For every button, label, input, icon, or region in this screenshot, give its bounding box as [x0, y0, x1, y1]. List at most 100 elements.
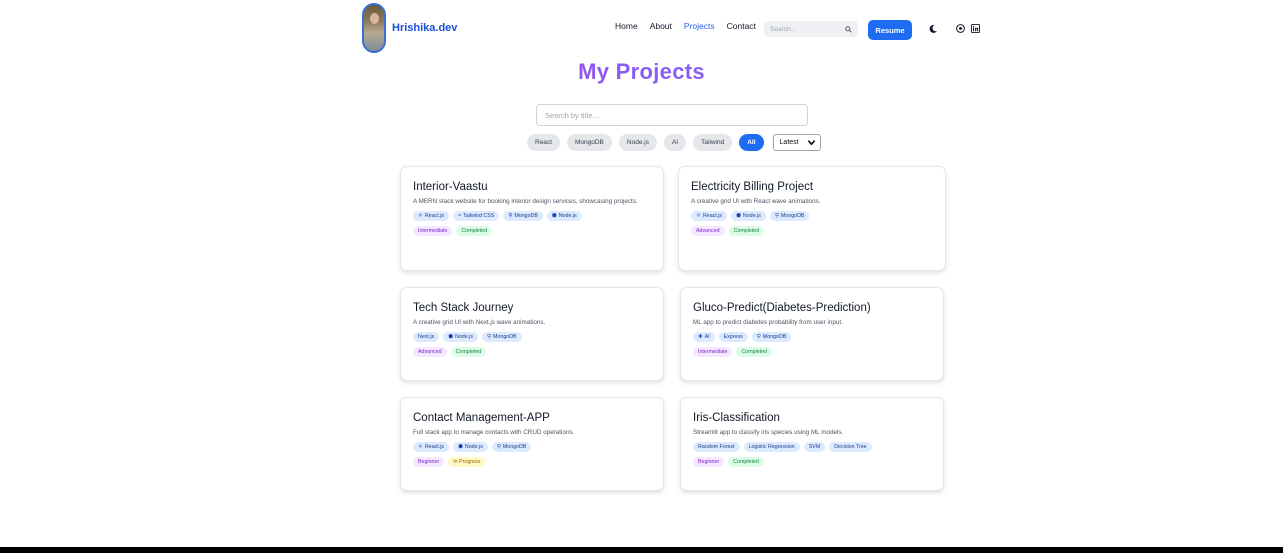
- tech-tag-label: MongoDB: [493, 334, 517, 341]
- filter-chip-mongodb[interactable]: MongoDB: [566, 134, 612, 151]
- search-icon: [845, 25, 852, 33]
- mongodb-icon: ⚲: [508, 213, 513, 220]
- project-description: Full stack app to manage contacts with C…: [413, 429, 575, 436]
- nav-link-contact[interactable]: Contact: [727, 21, 756, 31]
- nav-link-home[interactable]: Home: [615, 21, 638, 31]
- tech-tags: ✚ AI Express ⚲ MongoDB: [693, 332, 931, 343]
- level-badge: Beginner: [413, 457, 445, 468]
- project-card[interactable]: Contact Management-APP Full stack app to …: [400, 397, 664, 491]
- react-icon: ⚛: [418, 444, 423, 451]
- project-card[interactable]: Iris-Classification Streamlit app to clas…: [680, 397, 944, 491]
- project-meta: Intermediate Completed: [413, 226, 651, 237]
- tech-tag: ⬢ Node.js: [731, 211, 766, 222]
- project-card[interactable]: Tech Stack Journey A creative grid UI wit…: [400, 287, 664, 381]
- project-title: Iris-Classification: [693, 412, 780, 424]
- nav-search-input[interactable]: Search...: [764, 21, 858, 37]
- linkedin-icon[interactable]: [971, 24, 980, 33]
- moon-icon[interactable]: [928, 24, 938, 34]
- project-search-placeholder: Search by title...: [545, 110, 599, 120]
- status-badge: Completed: [736, 347, 773, 358]
- tech-tags: ⚛ React.js ≈ Tailwind CSS ⚲ MongoDB ⬢ Node.js: [413, 211, 651, 222]
- tech-tag-label: SVM: [808, 444, 821, 451]
- tech-tag-label: MongoDB: [514, 213, 538, 220]
- status-badge: Completed: [450, 347, 487, 358]
- level-badge: Intermediate: [413, 226, 453, 237]
- nodejs-icon: ⬢: [458, 444, 463, 451]
- project-title: Electricity Billing Project: [691, 181, 814, 193]
- level-badge: Beginner: [693, 457, 725, 468]
- project-card[interactable]: Electricity Billing Project A creative gr…: [678, 166, 946, 271]
- tech-tag: ≈ Tailwind CSS: [453, 211, 500, 222]
- filter-chip-react[interactable]: React: [527, 134, 560, 151]
- tech-tag: Logistic Regression: [743, 442, 800, 453]
- tech-tag-label: Logistic Regression: [748, 444, 795, 451]
- tech-tag: ⚲ MongoDB: [481, 332, 522, 343]
- tech-tag-label: React.js: [424, 444, 445, 451]
- project-meta: Beginner In Progress: [413, 457, 651, 468]
- react-icon: ⚛: [696, 213, 701, 220]
- filter-chip-ai[interactable]: AI: [663, 134, 687, 151]
- level-badge: Advanced: [413, 347, 447, 358]
- status-badge: Completed: [728, 226, 765, 237]
- project-description: A MERN stack website for booking interio…: [413, 198, 638, 205]
- nav-search-placeholder: Search...: [770, 25, 797, 33]
- nodejs-icon: ⬢: [551, 213, 557, 220]
- project-meta: Advanced Completed: [413, 347, 651, 358]
- sort-select[interactable]: Latest: [772, 134, 821, 151]
- project-card[interactable]: Gluco-Predict(Diabetes-Prediction) ML app…: [680, 287, 944, 381]
- project-title: Tech Stack Journey: [413, 302, 514, 314]
- tech-tag-label: Tailwind CSS: [463, 213, 495, 220]
- nav-link-about[interactable]: About: [650, 21, 672, 31]
- tech-tag: ⚛ React.js: [413, 211, 450, 222]
- tech-tag: ✚ AI: [693, 332, 715, 343]
- page-title: My Projects: [0, 59, 1283, 85]
- project-description: Streamlit app to classify iris species u…: [693, 429, 844, 436]
- mongodb-icon: ⚲: [756, 334, 761, 341]
- react-icon: ⚛: [418, 213, 423, 220]
- filter-bar: React MongoDB Node.js AI Tailwind All La…: [527, 134, 821, 151]
- tech-tag: Random Forest: [693, 442, 740, 453]
- navbar: Hrishika.dev Home About Projects Contact…: [362, 2, 982, 54]
- nav-link-projects[interactable]: Projects: [684, 21, 715, 31]
- bottom-bar: [0, 547, 1283, 553]
- project-card[interactable]: Interior-Vaastu A MERN stack website for …: [400, 166, 664, 271]
- project-meta: Advanced Completed: [691, 226, 933, 237]
- page: Hrishika.dev Home About Projects Contact…: [0, 0, 1283, 553]
- sort-select-value: Latest: [779, 139, 799, 146]
- project-meta: Beginner Completed: [693, 457, 931, 468]
- tech-tag: ⚲ MongoDB: [751, 332, 792, 343]
- resume-button[interactable]: Resume: [868, 20, 912, 40]
- tech-tag: Express: [718, 332, 748, 343]
- tech-tags: Next.js ⬢ Node.js ⚲ MongoDB: [413, 332, 651, 343]
- tech-tag: Decision Tree: [829, 442, 872, 453]
- tech-tag-label: MongoDB: [502, 444, 527, 451]
- github-icon[interactable]: [956, 24, 965, 33]
- tech-tag-label: Node.js: [464, 444, 483, 451]
- tech-tag: ⬢ Node.js: [546, 211, 582, 222]
- tech-tags: Random Forest Logistic Regression SVM Decis…: [693, 442, 931, 453]
- tech-tag: ⚲ MongoDB: [503, 211, 543, 222]
- tech-tag-label: Node.js: [742, 213, 761, 220]
- nav-links: Home About Projects Contact: [615, 21, 756, 31]
- tech-tag: ⚛ React.js: [691, 211, 728, 222]
- tech-tag-label: React.js: [702, 213, 723, 220]
- avatar[interactable]: [362, 3, 386, 53]
- filter-chip-tailwind[interactable]: Tailwind: [693, 134, 733, 151]
- chevron-down-icon: [807, 140, 815, 146]
- mongodb-icon: ⚲: [496, 444, 501, 451]
- brand-name[interactable]: Hrishika.dev: [392, 22, 457, 34]
- filter-chip-nodejs[interactable]: Node.js: [618, 134, 657, 151]
- tech-tag: SVM: [803, 442, 826, 453]
- tailwind-icon: ≈: [458, 213, 462, 220]
- ai-icon: ✚: [698, 334, 703, 341]
- project-description: A creative grid UI with Next.js wave ani…: [413, 319, 546, 326]
- project-description: ML app to predict diabetes probability f…: [693, 319, 843, 326]
- tech-tag-label: Node.js: [455, 334, 473, 341]
- mongodb-icon: ⚲: [486, 334, 492, 341]
- tech-tag: ⚲ MongoDB: [491, 442, 532, 453]
- tech-tag-label: Random Forest: [698, 444, 735, 451]
- level-badge: Advanced: [691, 226, 725, 237]
- project-search-input[interactable]: Search by title...: [536, 104, 808, 126]
- tech-tag: ⚛ React.js: [413, 442, 450, 453]
- filter-chip-all[interactable]: All: [739, 134, 764, 151]
